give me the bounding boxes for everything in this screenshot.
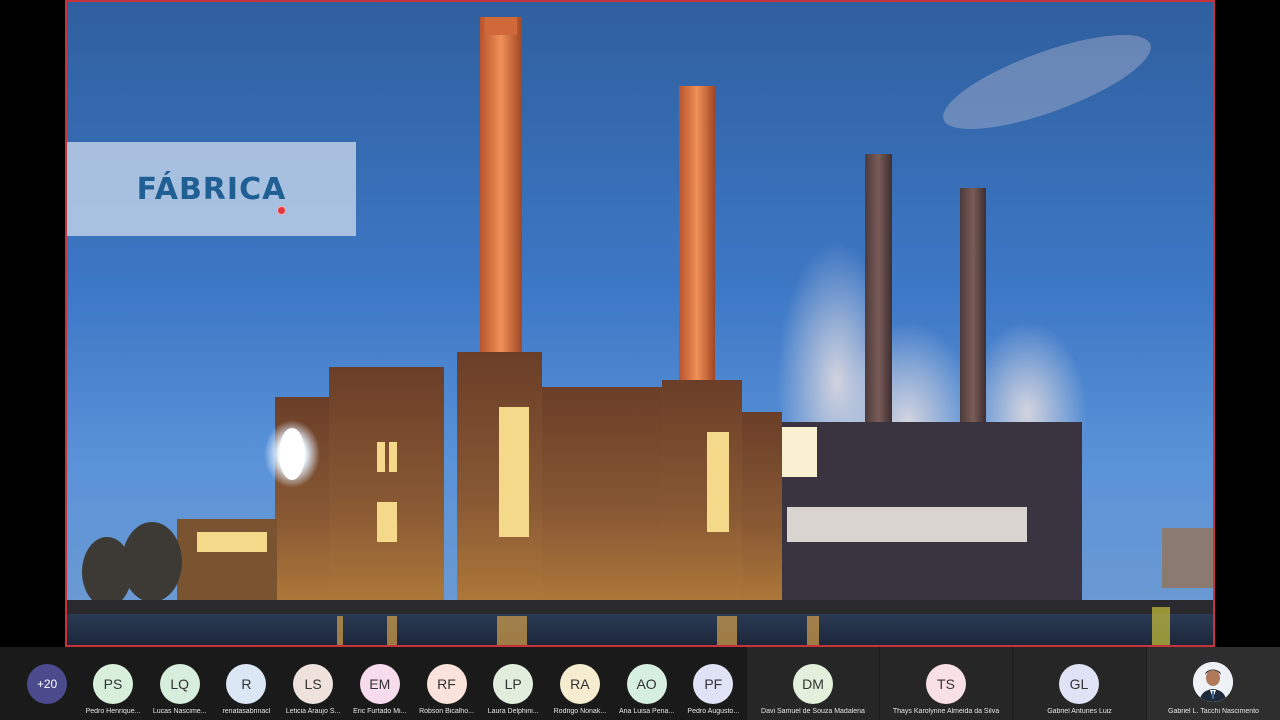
participant-name: Davi Samuel de Souza Madalena [761, 708, 865, 715]
speaker-photo [1193, 662, 1233, 702]
participant-tile[interactable]: GL Gabriel Antunes Luiz [1013, 647, 1146, 720]
participant-name: Ana Luisa Pena... [618, 708, 675, 715]
avatar: TS [926, 664, 966, 704]
factory-photo [67, 17, 1213, 645]
participant-tile[interactable]: DM Davi Samuel de Souza Madalena [747, 647, 879, 720]
participant-avatar[interactable]: RA [559, 664, 600, 704]
speaker-tile[interactable]: Gabriel L. Tacchi Nascimento [1147, 647, 1280, 720]
participant-avatar[interactable]: PF [693, 664, 734, 704]
participant-name: Eric Furtado Mi... [353, 708, 407, 715]
participant-name: Pedro Henrique... [85, 708, 141, 715]
slide-title: FÁBRICA [136, 171, 287, 207]
participant-name: Rodrigo Nonak... [553, 708, 607, 715]
slide-title-box: FÁBRICA [67, 142, 356, 236]
participant-avatar[interactable]: PS [93, 664, 133, 704]
participant-bar: +20 DM Davi Samuel de Souza Madalena TS … [0, 647, 1280, 720]
participant-name: Lucas Nascime... [152, 708, 207, 715]
laser-pointer [277, 206, 286, 215]
participant-avatar[interactable]: LQ [159, 664, 200, 704]
participant-avatar[interactable]: LP [493, 664, 534, 704]
avatar: GL [1059, 664, 1099, 704]
participant-avatar[interactable]: R [226, 664, 267, 704]
participant-name: Gabriel Antunes Luiz [1047, 708, 1112, 715]
participant-avatar[interactable]: AO [626, 664, 667, 704]
participant-name: Robson Bicalho... [419, 708, 474, 715]
participant-name: renatasabrinacl [222, 708, 271, 715]
shared-slide: FÁBRICA [65, 0, 1215, 647]
participant-avatar[interactable]: RF [426, 664, 467, 704]
participant-name: Laura Delphini... [487, 708, 539, 715]
more-participants-button[interactable]: +20 [27, 664, 67, 704]
participant-name: Thays Karolynne Almeida da Silva [892, 708, 1000, 715]
participant-avatar[interactable]: EM [359, 664, 400, 704]
participant-name: Pedro Augusto... [687, 708, 740, 715]
avatar: DM [793, 664, 833, 704]
participant-name: Leticia Araujo S... [285, 708, 341, 715]
participant-tile[interactable]: TS Thays Karolynne Almeida da Silva [880, 647, 1012, 720]
speaker-name: Gabriel L. Tacchi Nascimento [1168, 708, 1259, 715]
participant-avatar[interactable]: LS [293, 664, 334, 704]
